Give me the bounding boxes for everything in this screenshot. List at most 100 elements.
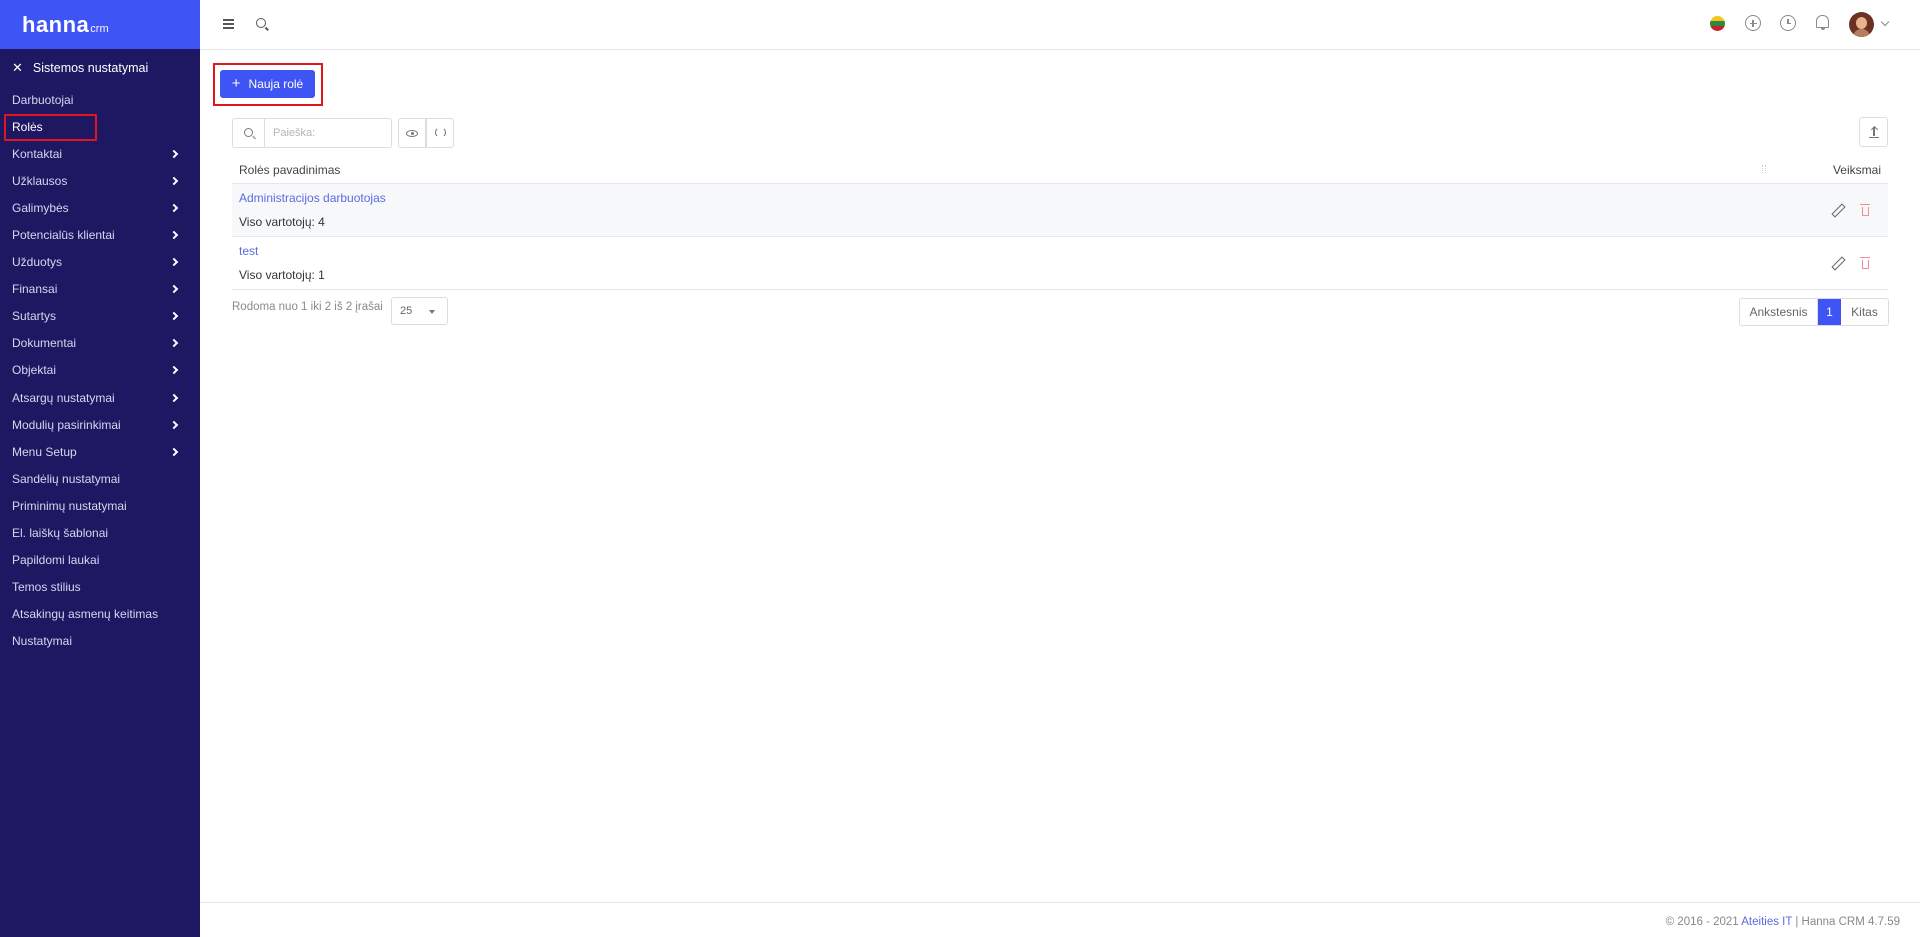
sidebar-item-el-laiškų-šablonai[interactable]: El. laiškų šablonai bbox=[0, 520, 200, 547]
export-button[interactable] bbox=[1859, 117, 1888, 147]
footer-copyright: © 2016 - 2021 bbox=[1665, 916, 1742, 928]
previous-page-button[interactable]: Ankstesnis bbox=[1740, 299, 1818, 325]
edit-icon[interactable] bbox=[1831, 204, 1843, 216]
sidebar-item-modulių-pasirinkimai[interactable]: Modulių pasirinkimai bbox=[0, 411, 200, 438]
per-page-select[interactable]: 25 bbox=[391, 297, 448, 325]
sidebar-item-nustatymai[interactable]: Nustatymai bbox=[0, 628, 200, 655]
sidebar-item-darbuotojai[interactable]: Darbuotojai bbox=[0, 86, 200, 113]
sidebar-item-rolės[interactable]: Rolės bbox=[0, 113, 200, 142]
current-page-button[interactable]: 1 bbox=[1818, 299, 1841, 325]
sidebar-item-atsakingų-asmenų-keitimas[interactable]: Atsakingų asmenų keitimas bbox=[0, 601, 200, 628]
per-page-value: 25 bbox=[400, 305, 413, 317]
bell-icon[interactable] bbox=[1816, 15, 1829, 30]
footer: © 2016 - 2021 Ateities IT | Hanna CRM 4.… bbox=[200, 902, 1920, 937]
sidebar-item-temos-stilius[interactable]: Temos stilius bbox=[0, 574, 200, 601]
footer-version: | Hanna CRM 4.7.59 bbox=[1792, 916, 1900, 928]
chevron-down-icon[interactable] bbox=[1880, 17, 1890, 27]
language-flag-icon[interactable] bbox=[1710, 16, 1725, 31]
brand-name: hanna bbox=[22, 11, 90, 37]
search-box bbox=[232, 118, 392, 148]
menu-icon[interactable] bbox=[223, 19, 234, 31]
sort-icon[interactable] bbox=[1762, 165, 1766, 173]
sidebar-item-label: Objektai bbox=[12, 363, 57, 378]
sidebar-item-objektai[interactable]: Objektai bbox=[0, 357, 200, 384]
sidebar-item-label: Atsakingų asmenų keitimas bbox=[12, 607, 159, 622]
sidebar-item-label: Užklausos bbox=[12, 173, 68, 188]
chevron-right-icon bbox=[169, 230, 179, 240]
sidebar-item-label: Potencialūs klientai bbox=[12, 228, 115, 243]
clock-icon[interactable] bbox=[1780, 15, 1796, 31]
search-icon-wrap bbox=[233, 119, 265, 147]
sidebar-item-dokumentai[interactable]: Dokumentai bbox=[0, 330, 200, 357]
sidebar-item-label: El. laiškų šablonai bbox=[12, 526, 109, 541]
edit-icon[interactable] bbox=[1831, 257, 1843, 269]
column-header-name[interactable]: Rolės pavadinimas bbox=[239, 163, 340, 177]
sidebar-item-label: Sandėlių nustatymai bbox=[12, 471, 121, 486]
sidebar-item-potencialūs-klientai[interactable]: Potencialūs klientai bbox=[0, 221, 200, 248]
footer-company-link[interactable]: Ateities IT bbox=[1741, 916, 1792, 928]
sidebar-item-label: Menu Setup bbox=[12, 444, 77, 459]
chevron-right-icon bbox=[169, 284, 179, 294]
chevron-right-icon bbox=[169, 312, 179, 321]
sidebar-item-užduotys[interactable]: Užduotys bbox=[0, 249, 200, 276]
search-icon[interactable] bbox=[256, 18, 266, 28]
table-row: Administracijos darbuotojas Viso vartoto… bbox=[232, 184, 1888, 237]
chevron-right-icon bbox=[169, 203, 179, 213]
role-user-count: Viso vartotojų: 4 bbox=[239, 215, 325, 229]
sidebar-item-priminimų-nustatymai[interactable]: Priminimų nustatymai bbox=[0, 492, 200, 519]
role-name-link[interactable]: test bbox=[239, 244, 258, 258]
sidebar-item-label: Sutartys bbox=[12, 309, 57, 324]
sidebar-item-atsargų-nustatymai[interactable]: Atsargų nustatymai bbox=[0, 384, 200, 411]
sidebar-item-galimybės[interactable]: Galimybės bbox=[0, 194, 200, 221]
plus-icon: + bbox=[231, 75, 241, 92]
sidebar-item-finansai[interactable]: Finansai bbox=[0, 276, 200, 303]
chevron-right-icon bbox=[169, 257, 179, 267]
search-icon bbox=[244, 128, 253, 137]
sidebar-item-label: Galimybės bbox=[12, 200, 69, 215]
table-header: Rolės pavadinimas Veiksmai bbox=[232, 156, 1888, 184]
role-name-link[interactable]: Administracijos darbuotojas bbox=[239, 191, 386, 205]
highlight-frame bbox=[4, 114, 97, 142]
next-page-button[interactable]: Kitas bbox=[1841, 299, 1888, 325]
sidebar-item-label: Darbuotojai bbox=[12, 92, 74, 107]
chevron-right-icon bbox=[169, 420, 179, 429]
search-input[interactable] bbox=[265, 119, 391, 147]
new-role-button[interactable]: + Nauja rolė bbox=[220, 70, 315, 98]
chevron-right-icon bbox=[169, 447, 179, 457]
sidebar-item-label: Nustatymai bbox=[12, 634, 73, 649]
sidebar-item-kontaktai[interactable]: Kontaktai bbox=[0, 140, 200, 167]
plus-circle-icon[interactable] bbox=[1745, 15, 1761, 31]
topbar bbox=[200, 0, 1920, 50]
column-header-actions: Veiksmai bbox=[1832, 163, 1881, 177]
roles-table: Rolės pavadinimas Veiksmai Administracij… bbox=[232, 156, 1888, 290]
trash-icon[interactable] bbox=[1860, 204, 1870, 216]
chevron-right-icon bbox=[169, 176, 179, 186]
refresh-icon bbox=[435, 127, 446, 138]
close-icon[interactable]: ✕ bbox=[12, 61, 23, 74]
sidebar-item-užklausos[interactable]: Užklausos bbox=[0, 167, 200, 194]
sidebar-item-label: Priminimų nustatymai bbox=[12, 498, 127, 513]
sidebar-item-label: Atsargų nustatymai bbox=[12, 390, 115, 405]
column-visibility-button[interactable] bbox=[398, 118, 426, 148]
sidebar-item-sandėlių-nustatymai[interactable]: Sandėlių nustatymai bbox=[0, 465, 200, 492]
sidebar-item-papildomi-laukai[interactable]: Papildomi laukai bbox=[0, 547, 200, 574]
table-row: test Viso vartotojų: 1 bbox=[232, 237, 1888, 290]
sidebar-item-label: Papildomi laukai bbox=[12, 553, 100, 568]
app-root: hanna crm ✕ Sistemos nustatymai Darbuoto… bbox=[0, 0, 1920, 937]
brand-logo[interactable]: hanna crm bbox=[0, 0, 200, 49]
refresh-button[interactable] bbox=[426, 118, 454, 148]
sidebar-item-label: Modulių pasirinkimai bbox=[12, 417, 121, 432]
sidebar-item-menu-setup[interactable]: Menu Setup bbox=[0, 438, 200, 465]
sidebar-item-label: Kontaktai bbox=[12, 146, 63, 161]
sidebar-item-sutartys[interactable]: Sutartys bbox=[0, 303, 200, 330]
eye-icon bbox=[406, 130, 418, 137]
chevron-right-icon bbox=[169, 366, 179, 375]
avatar[interactable] bbox=[1849, 12, 1874, 37]
sidebar-section-header[interactable]: ✕ Sistemos nustatymai bbox=[0, 50, 200, 85]
sidebar-item-label: Temos stilius bbox=[12, 580, 81, 595]
chevron-right-icon bbox=[169, 393, 179, 402]
role-user-count: Viso vartotojų: 1 bbox=[239, 268, 325, 282]
trash-icon[interactable] bbox=[1860, 257, 1870, 269]
sidebar-section-title: Sistemos nustatymai bbox=[32, 60, 149, 75]
brand-suffix: crm bbox=[90, 23, 109, 35]
